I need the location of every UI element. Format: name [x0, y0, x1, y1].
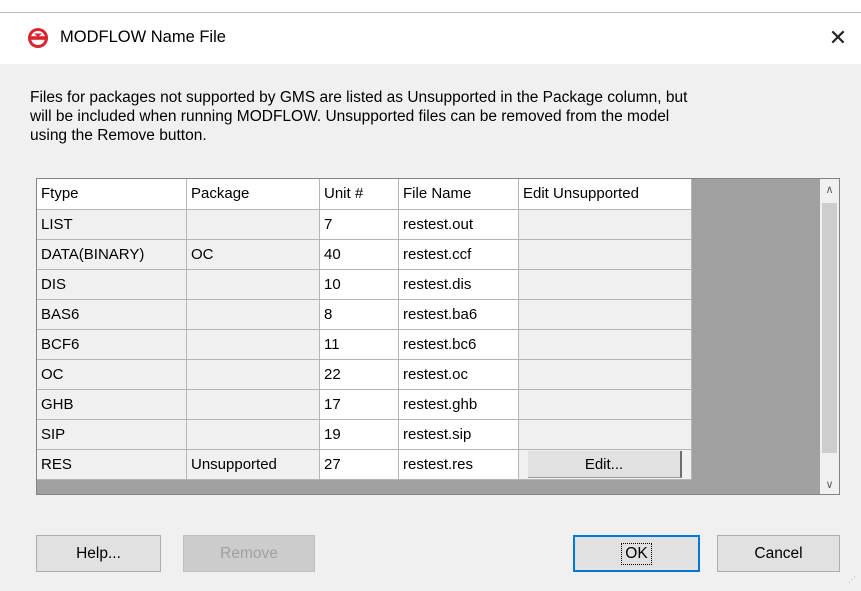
cell-file-name[interactable]: restest.out [399, 210, 519, 240]
cell-package [187, 300, 320, 330]
ok-button-label: OK [621, 542, 652, 565]
cell-unit[interactable]: 8 [320, 300, 399, 330]
top-strip [0, 0, 861, 12]
help-button[interactable]: Help... [36, 535, 161, 572]
cell-unit[interactable]: 7 [320, 210, 399, 240]
cell-edit-unsupported [519, 210, 692, 240]
cell-package [187, 210, 320, 240]
ok-button[interactable]: OK [573, 535, 700, 572]
name-file-table[interactable]: Ftype Package Unit # File Name Edit Unsu… [36, 178, 840, 495]
close-icon: ✕ [828, 25, 848, 50]
cell-file-name[interactable]: restest.oc [399, 360, 519, 390]
dialog-title: MODFLOW Name File [60, 28, 226, 46]
cell-ftype: BCF6 [37, 330, 187, 360]
cell-ftype: DIS [37, 270, 187, 300]
remove-button[interactable]: Remove [183, 535, 315, 572]
cell-ftype: BAS6 [37, 300, 187, 330]
cell-file-name[interactable]: restest.ccf [399, 240, 519, 270]
cell-edit-unsupported [519, 360, 692, 390]
cell-edit-unsupported: Edit... [519, 450, 692, 480]
column-header-file-name[interactable]: File Name [399, 179, 519, 210]
cell-file-name[interactable]: restest.dis [399, 270, 519, 300]
cell-ftype: DATA(BINARY) [37, 240, 187, 270]
cell-ftype: LIST [37, 210, 187, 240]
cell-unit[interactable]: 27 [320, 450, 399, 480]
cell-unit[interactable]: 10 [320, 270, 399, 300]
description-line: Files for packages not supported by GMS … [30, 89, 688, 106]
cell-file-name[interactable]: restest.bc6 [399, 330, 519, 360]
column-header-unit[interactable]: Unit # [320, 179, 399, 210]
cell-file-name[interactable]: restest.ghb [399, 390, 519, 420]
vertical-scrollbar[interactable]: ∧ ∨ [820, 179, 839, 494]
cell-ftype: GHB [37, 390, 187, 420]
cell-edit-unsupported [519, 420, 692, 450]
cell-package [187, 330, 320, 360]
cell-package [187, 390, 320, 420]
cell-file-name[interactable]: restest.sip [399, 420, 519, 450]
cell-edit-unsupported [519, 330, 692, 360]
cell-package: OC [187, 240, 320, 270]
cell-package [187, 270, 320, 300]
cell-edit-unsupported [519, 240, 692, 270]
cell-edit-unsupported [519, 390, 692, 420]
cell-file-name[interactable]: restest.ba6 [399, 300, 519, 330]
description-text: Files for packages not supported by GMS … [30, 88, 856, 145]
scrollbar-thumb[interactable] [822, 203, 837, 453]
cancel-button[interactable]: Cancel [717, 535, 840, 572]
close-button[interactable]: ✕ [815, 13, 861, 63]
edit-unsupported-button[interactable]: Edit... [528, 451, 682, 478]
cell-unit[interactable]: 19 [320, 420, 399, 450]
cell-unit[interactable]: 40 [320, 240, 399, 270]
cell-unit[interactable]: 17 [320, 390, 399, 420]
cell-package: Unsupported [187, 450, 320, 480]
cell-edit-unsupported [519, 300, 692, 330]
cell-edit-unsupported [519, 270, 692, 300]
scroll-down-arrow-icon[interactable]: ∨ [820, 475, 839, 493]
column-header-edit-unsupported[interactable]: Edit Unsupported [519, 179, 692, 210]
cell-package [187, 360, 320, 390]
gms-logo-icon [28, 28, 48, 48]
cell-ftype: SIP [37, 420, 187, 450]
scroll-up-arrow-icon[interactable]: ∧ [820, 180, 839, 198]
column-header-package[interactable]: Package [187, 179, 320, 210]
title-bar: MODFLOW Name File ✕ [0, 12, 861, 64]
column-header-ftype[interactable]: Ftype [37, 179, 187, 210]
description-line: using the Remove button. [30, 127, 207, 144]
description-line: will be included when running MODFLOW. U… [30, 108, 670, 125]
cell-file-name[interactable]: restest.res [399, 450, 519, 480]
resize-grip-icon[interactable]: ⋰ [848, 576, 858, 588]
cell-package [187, 420, 320, 450]
cell-unit[interactable]: 22 [320, 360, 399, 390]
cell-ftype: OC [37, 360, 187, 390]
cell-ftype: RES [37, 450, 187, 480]
cell-unit[interactable]: 11 [320, 330, 399, 360]
